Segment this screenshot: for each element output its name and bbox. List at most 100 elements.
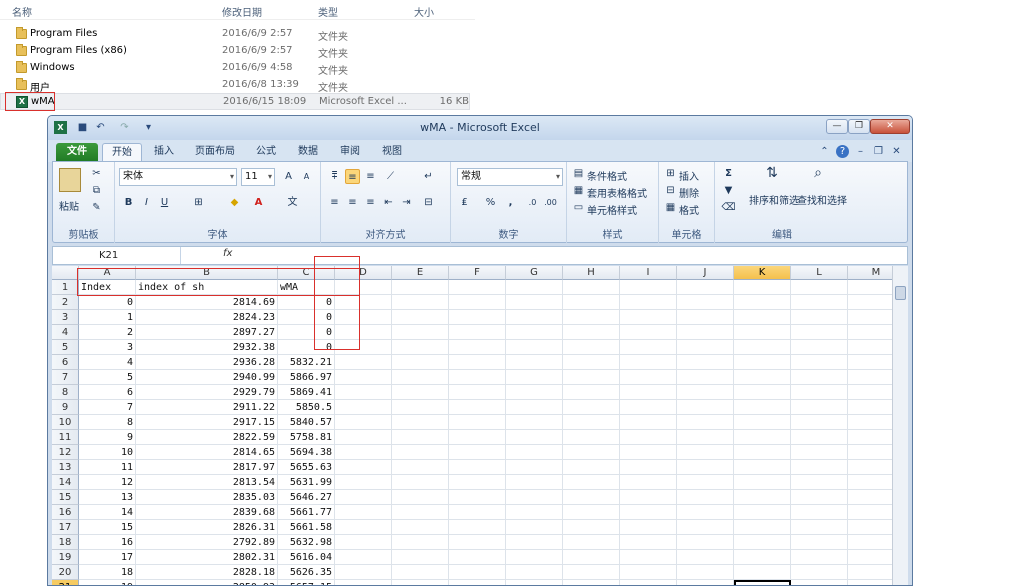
cell-C15[interactable]: 5646.27 — [278, 490, 335, 505]
cell-D11[interactable] — [335, 430, 392, 445]
cell-M11[interactable] — [848, 430, 892, 445]
row-header[interactable]: 7 — [52, 370, 79, 385]
increase-indent-icon[interactable]: ⇥ — [399, 195, 414, 210]
cell-J8[interactable] — [677, 385, 734, 400]
insert-cells-icon[interactable]: ⊞ — [663, 166, 678, 181]
font-color-icon[interactable]: A — [251, 195, 266, 210]
cell-B8[interactable]: 2929.79 — [136, 385, 278, 400]
conditional-format-button[interactable]: 条件格式 — [587, 168, 627, 183]
tab-view[interactable]: 视图 — [374, 143, 410, 162]
cell-H13[interactable] — [563, 460, 620, 475]
cell-H11[interactable] — [563, 430, 620, 445]
sort-filter-button[interactable]: 排序和筛选 — [749, 192, 799, 207]
cell-I14[interactable] — [620, 475, 677, 490]
cell-J6[interactable] — [677, 355, 734, 370]
align-right-icon[interactable]: ≡ — [363, 195, 378, 210]
cell-H3[interactable] — [563, 310, 620, 325]
file-row-selected[interactable]: X wMA 2016/6/15 18:09 Microsoft Excel ..… — [0, 93, 470, 110]
cell-C19[interactable]: 5616.04 — [278, 550, 335, 565]
cell-I18[interactable] — [620, 535, 677, 550]
cell-M8[interactable] — [848, 385, 892, 400]
cell-J18[interactable] — [677, 535, 734, 550]
cell-M13[interactable] — [848, 460, 892, 475]
active-cell[interactable] — [734, 580, 791, 585]
cell-F10[interactable] — [449, 415, 506, 430]
cell-C10[interactable]: 5840.57 — [278, 415, 335, 430]
cell-K2[interactable] — [734, 295, 791, 310]
cell-I16[interactable] — [620, 505, 677, 520]
sort-filter-icon[interactable]: ⇅ — [761, 166, 783, 188]
row-header[interactable]: 1 — [52, 280, 79, 295]
column-header-name[interactable]: 名称 — [12, 4, 32, 19]
cell-B16[interactable]: 2839.68 — [136, 505, 278, 520]
cell-B10[interactable]: 2917.15 — [136, 415, 278, 430]
cell-C20[interactable]: 5626.35 — [278, 565, 335, 580]
scrollbar-thumb[interactable] — [895, 286, 906, 300]
cell-J13[interactable] — [677, 460, 734, 475]
cell-D14[interactable] — [335, 475, 392, 490]
cell-A8[interactable]: 6 — [79, 385, 136, 400]
cell-L14[interactable] — [791, 475, 848, 490]
decrease-decimal-icon[interactable]: .00 — [543, 195, 558, 210]
cell-M12[interactable] — [848, 445, 892, 460]
cell-E21[interactable] — [392, 580, 449, 585]
autosum-button[interactable]: Σ — [721, 166, 736, 181]
cell-A11[interactable]: 9 — [79, 430, 136, 445]
cell-L2[interactable] — [791, 295, 848, 310]
cell-D13[interactable] — [335, 460, 392, 475]
cell-G10[interactable] — [506, 415, 563, 430]
cell-F8[interactable] — [449, 385, 506, 400]
cell-K9[interactable] — [734, 400, 791, 415]
cell-G4[interactable] — [506, 325, 563, 340]
row-header[interactable]: 21 — [52, 580, 79, 585]
cell-L19[interactable] — [791, 550, 848, 565]
cell-G1[interactable] — [506, 280, 563, 295]
cell-J15[interactable] — [677, 490, 734, 505]
cell-A15[interactable]: 13 — [79, 490, 136, 505]
tab-formulas[interactable]: 公式 — [248, 143, 284, 162]
cell-F4[interactable] — [449, 325, 506, 340]
cell-D21[interactable] — [335, 580, 392, 585]
number-format-select[interactable]: 常规 — [457, 168, 563, 186]
cell-F18[interactable] — [449, 535, 506, 550]
delete-cells-icon[interactable]: ⊟ — [663, 183, 678, 198]
column-header-size[interactable]: 大小 — [414, 4, 434, 19]
cell-J10[interactable] — [677, 415, 734, 430]
cell-B9[interactable]: 2911.22 — [136, 400, 278, 415]
cell-F21[interactable] — [449, 580, 506, 585]
cell-L5[interactable] — [791, 340, 848, 355]
cell-K17[interactable] — [734, 520, 791, 535]
cell-H16[interactable] — [563, 505, 620, 520]
clear-icon[interactable]: ⌫ — [721, 200, 736, 215]
cell-L20[interactable] — [791, 565, 848, 580]
cell-F11[interactable] — [449, 430, 506, 445]
cell-F14[interactable] — [449, 475, 506, 490]
delete-cells-button[interactable]: 删除 — [679, 185, 699, 200]
cell-styles-button[interactable]: 单元格样式 — [587, 202, 637, 217]
cell-F2[interactable] — [449, 295, 506, 310]
bold-button[interactable]: B — [121, 195, 136, 210]
cell-M3[interactable] — [848, 310, 892, 325]
insert-function-button[interactable]: fx — [223, 248, 232, 259]
workbook-minimize-icon[interactable]: – — [854, 145, 867, 158]
cell-L11[interactable] — [791, 430, 848, 445]
row-header[interactable]: 20 — [52, 565, 79, 580]
format-cells-icon[interactable]: ▦ — [663, 200, 678, 215]
cell-H8[interactable] — [563, 385, 620, 400]
cell-M4[interactable] — [848, 325, 892, 340]
cell-G6[interactable] — [506, 355, 563, 370]
cell-E12[interactable] — [392, 445, 449, 460]
decrease-font-icon[interactable]: A — [299, 169, 314, 184]
cell-G17[interactable] — [506, 520, 563, 535]
cell-J1[interactable] — [677, 280, 734, 295]
paste-icon[interactable] — [59, 168, 81, 192]
file-row[interactable]: Program Files (x86) 2016/6/9 2:57 文件夹 — [0, 43, 470, 60]
cell-H15[interactable] — [563, 490, 620, 505]
row-header[interactable]: 16 — [52, 505, 79, 520]
vertical-scrollbar[interactable] — [892, 266, 908, 585]
cell-B17[interactable]: 2826.31 — [136, 520, 278, 535]
cell-K1[interactable] — [734, 280, 791, 295]
cell-L6[interactable] — [791, 355, 848, 370]
cell-C17[interactable]: 5661.58 — [278, 520, 335, 535]
select-all-corner[interactable] — [52, 266, 79, 280]
